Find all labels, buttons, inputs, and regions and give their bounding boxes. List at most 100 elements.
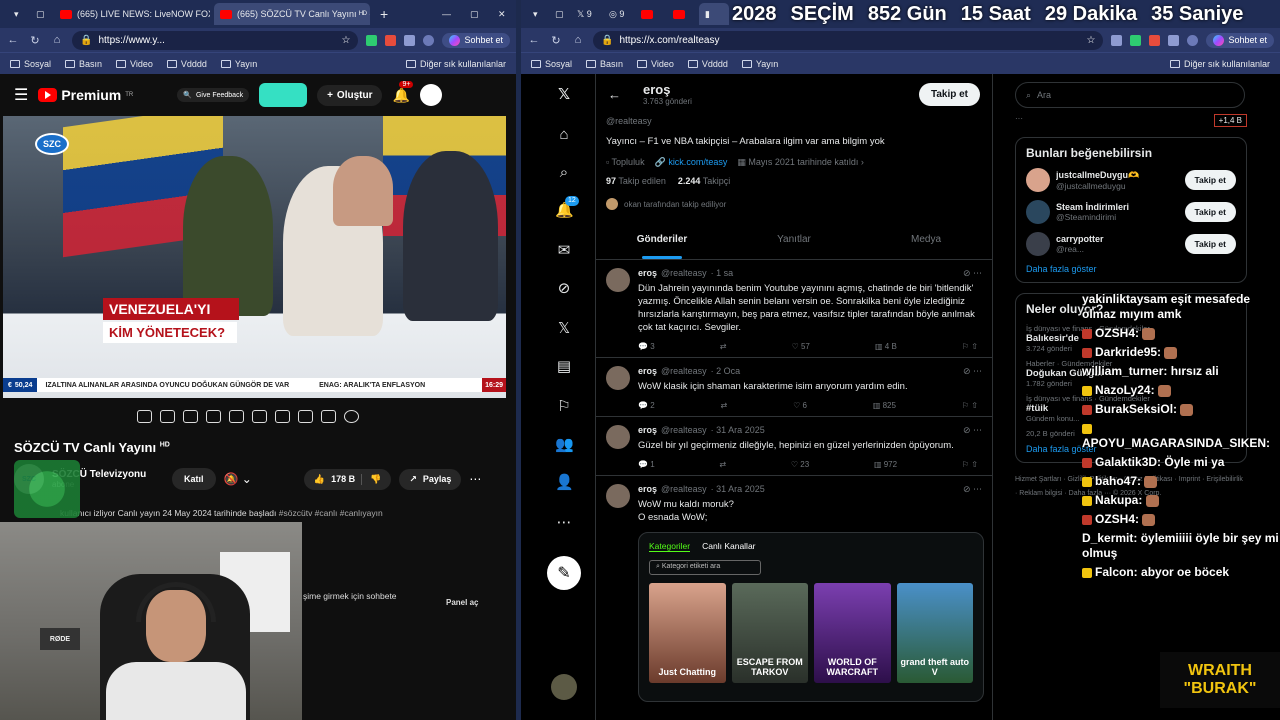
menu-icon[interactable]: ☰ (14, 85, 28, 105)
settings-gear-icon[interactable] (344, 410, 359, 423)
tab-instagram[interactable]: ◎ 9 (603, 3, 633, 25)
follow-button[interactable]: Takip et (1184, 234, 1236, 254)
extension-icon[interactable] (366, 34, 378, 46)
more-icon[interactable]: ⊘ ⋯ (963, 484, 982, 495)
maximize-icon[interactable]: ▢ (464, 3, 484, 25)
dislike-icon[interactable]: 👎 (361, 473, 381, 485)
profile-icon[interactable] (1187, 34, 1199, 46)
following-count[interactable]: 97 Takip edilen (606, 176, 666, 186)
x-search-input[interactable]: ⌕ Ara (1015, 82, 1245, 108)
screenshot-icon[interactable] (321, 410, 336, 423)
suggestion[interactable]: carrypotter @rea... Takip et (1026, 232, 1236, 256)
loop-icon[interactable] (137, 410, 152, 423)
bookmark-icon[interactable]: ⚐ ⇧ (962, 342, 978, 351)
notifications-icon[interactable]: 🔔 (555, 196, 579, 220)
reply-button[interactable]: 💬 3 (638, 342, 655, 351)
follow-button[interactable]: Takip et (918, 82, 980, 106)
miniplayer-icon[interactable] (183, 410, 198, 423)
subscribed-bell-icon[interactable]: 🔕 ⌄ (224, 472, 252, 486)
video-description[interactable]: kullanıcı izliyor Canlı yayın 24 May 202… (60, 508, 383, 518)
tab-x[interactable]: 𝕏 9 (571, 3, 601, 25)
home-icon[interactable]: ⌂ (571, 34, 585, 46)
bookmark-folder[interactable]: Vdddd (687, 59, 728, 69)
new-tab-button[interactable]: + (374, 3, 394, 25)
bookmark-icon[interactable]: ⚐ ⇧ (962, 460, 978, 469)
favorite-star-icon[interactable]: ☆ (1087, 35, 1096, 46)
extension-pill[interactable] (259, 83, 308, 107)
tweet-image-kick-categories[interactable]: Kategoriler Canlı Kanallar ⌕ Kategori et… (638, 532, 984, 702)
copilot-button[interactable]: Sohbet et (442, 32, 510, 48)
bookmark-folder[interactable]: Basın (65, 59, 102, 69)
like-button[interactable]: ♡ 57 (792, 342, 810, 351)
x-logo-icon[interactable]: 𝕏 (555, 86, 573, 104)
followed-by[interactable]: okan tarafından takip ediliyor (596, 198, 992, 210)
tweet-avatar[interactable] (606, 268, 630, 292)
tweet-avatar[interactable] (606, 484, 630, 508)
explore-search-icon[interactable]: ⌕ (555, 164, 573, 182)
account-avatar[interactable] (551, 674, 577, 700)
tab-actions-icon[interactable]: ▾ (527, 3, 547, 25)
tab-posts[interactable]: Gönderiler (596, 230, 728, 259)
show-more-link[interactable]: Daha fazla göster (1026, 264, 1236, 274)
copilot-button[interactable]: Sohbet et (1206, 32, 1274, 48)
bookmark-folder[interactable]: Yayın (741, 59, 778, 69)
retweet-button[interactable]: ⇄ (721, 401, 728, 410)
open-panel-button[interactable]: Panel aç (446, 598, 478, 607)
tweet-avatar[interactable] (606, 366, 630, 390)
more-icon[interactable]: ⊘ ⋯ (963, 268, 982, 279)
reload-icon[interactable]: ↻ (549, 34, 563, 47)
bookmarks-icon[interactable]: ⚐ (555, 398, 573, 416)
tweet[interactable]: eroş @realteasy · 1 sa ⊘ ⋯ Dün Jahrein yayı… (596, 260, 992, 358)
tab-youtube[interactable] (667, 3, 697, 25)
follow-button[interactable]: Takip et (1184, 170, 1236, 190)
bookmark-folder[interactable]: Sosyal (10, 59, 51, 69)
lists-icon[interactable]: ▤ (555, 358, 573, 376)
favorite-star-icon[interactable]: ☆ (342, 35, 351, 46)
tab-livenow[interactable]: (665) LIVE NEWS: LiveNOW FOX 24/ ✕ (54, 3, 210, 25)
like-button[interactable]: ♡ 23 (791, 460, 809, 469)
tweet[interactable]: eroş @realteasy · 31 Ara 2025 ⊘ ⋯ Güzel bir… (596, 417, 992, 476)
x-premium-icon[interactable]: 𝕏 (555, 320, 573, 338)
more-options-icon[interactable]: ⋯ (469, 472, 481, 486)
tab-youtube[interactable] (635, 3, 665, 25)
views-count[interactable]: ▥ 825 (873, 401, 896, 410)
followers-count[interactable]: 2.244 Takipçi (678, 176, 730, 186)
bookmark-folder[interactable]: Sosyal (531, 59, 572, 69)
theater-icon[interactable] (206, 410, 221, 423)
back-arrow-icon[interactable]: ← (608, 87, 621, 102)
workspaces-icon[interactable]: ▢ (549, 3, 569, 25)
home-icon[interactable]: ⌂ (50, 34, 64, 46)
bookmark-folder[interactable]: Basın (586, 59, 623, 69)
profile-icon[interactable] (423, 34, 435, 46)
profile-link[interactable]: 🔗 kick.com/teasy (655, 157, 728, 168)
bookmark-icon[interactable]: ⚐ ⇧ (962, 401, 978, 410)
close-window-icon[interactable]: ✕ (492, 3, 512, 25)
tab-replies[interactable]: Yanıtlar (728, 230, 860, 259)
add-icon[interactable] (298, 410, 313, 423)
tab-sozcu[interactable]: (665) SÖZCÜ TV Canlı Yayını ᴴᴰ - Yo ✕ (214, 3, 370, 25)
tab-media[interactable]: Medya (860, 230, 992, 259)
notifications-bell-icon[interactable]: 🔔 9+ (392, 80, 414, 104)
reply-button[interactable]: 💬 1 (638, 460, 655, 469)
post-button[interactable]: ✎ (547, 556, 581, 590)
back-icon[interactable]: ← (6, 34, 20, 46)
video-player[interactable]: SZC VENEZUELA'YI KİM YÖNETECEK? €50,24 I… (3, 116, 506, 398)
bookmark-folder[interactable]: Video (116, 59, 153, 69)
reload-icon[interactable]: ↻ (28, 34, 42, 47)
profile-icon[interactable]: 👤 (555, 474, 574, 492)
grok-icon[interactable]: ⊘ (555, 280, 573, 298)
communities-icon[interactable]: 👥 (555, 436, 574, 454)
messages-icon[interactable]: ✉ (555, 242, 573, 260)
bookmark-folder[interactable]: Vdddd (166, 59, 207, 69)
follow-button[interactable]: Takip et (1184, 202, 1236, 222)
extension-icon[interactable] (385, 34, 397, 46)
bookmark-folder[interactable]: Video (637, 59, 674, 69)
tweet-avatar[interactable] (606, 425, 630, 449)
suggestion[interactable]: justcallmeDuygu🫶 @justcallmeduygu Takip e… (1026, 168, 1236, 192)
promo-strip[interactable]: ··· +1,4 B (1015, 114, 1247, 127)
account-avatar[interactable] (419, 84, 442, 106)
more-icon[interactable]: ⋯ (555, 514, 573, 532)
views-count[interactable]: ▥ 972 (874, 460, 897, 469)
tweet[interactable]: eroş @realteasy · 2 Oca ⊘ ⋯ WoW klasik için… (596, 358, 992, 417)
extension-icon[interactable] (1168, 34, 1180, 46)
